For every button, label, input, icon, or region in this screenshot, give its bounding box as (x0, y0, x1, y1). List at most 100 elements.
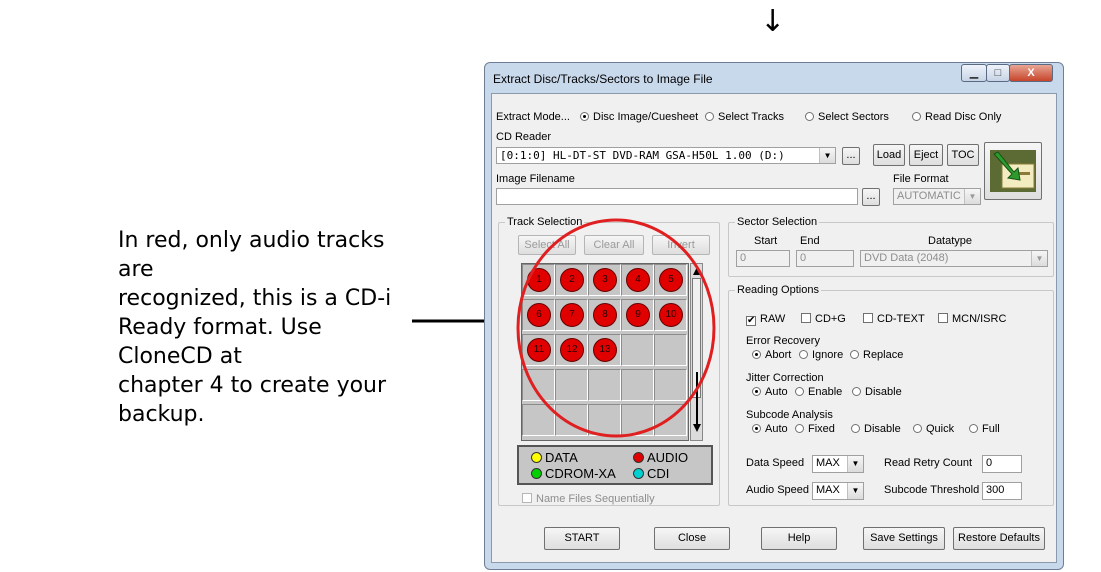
image-filename-label: Image Filename (496, 173, 575, 185)
cdrom-xa-legend-icon (531, 468, 542, 479)
legend-data: DATA (531, 450, 578, 465)
cd-reader-select[interactable]: [0:1:0] HL-DT-ST DVD-RAM GSA-H50L 1.00 (… (496, 147, 836, 164)
radio-select-tracks[interactable]: Select Tracks (705, 111, 784, 123)
radio-subcode-fixed[interactable]: Fixed (795, 423, 835, 435)
highlight-circle (516, 218, 716, 438)
checkbox-box (863, 313, 873, 323)
subcode-threshold-input[interactable]: 300 (982, 482, 1022, 500)
sector-end-value: 0 (800, 252, 807, 264)
radio-indicator (805, 112, 814, 121)
legend-cdrom-xa: CDROM-XA (531, 466, 616, 481)
checkbox-label: RAW (760, 313, 786, 325)
data-legend-icon (531, 452, 542, 463)
extract-icon-button[interactable] (984, 142, 1042, 200)
end-label: End (800, 235, 820, 247)
chevron-down-icon[interactable]: ▼ (1031, 251, 1047, 266)
read-retry-count-input[interactable]: 0 (982, 455, 1022, 473)
audio-speed-value: MAX (816, 484, 840, 496)
audio-legend-icon (633, 452, 644, 463)
name-files-sequentially-checkbox[interactable]: Name Files Sequentially (522, 493, 655, 505)
data-speed-label: Data Speed (746, 457, 805, 469)
red-circle (516, 218, 716, 438)
radio-label: Select Sectors (818, 111, 889, 123)
radio-indicator (705, 112, 714, 121)
legend-audio-label: AUDIO (647, 450, 689, 465)
title-bar: Extract Disc/Tracks/Sectors to Image Fil… (485, 63, 1063, 93)
radio-error-replace[interactable]: Replace (850, 349, 903, 361)
radio-jitter-enable[interactable]: Enable (795, 386, 842, 398)
checkbox-label: CD-TEXT (877, 313, 925, 325)
radio-indicator (850, 350, 859, 359)
save-settings-button[interactable]: Save Settings (863, 527, 945, 550)
radio-disc-image[interactable]: Disc Image/Cuesheet (580, 111, 698, 123)
subcode-threshold-label: Subcode Threshold (884, 484, 980, 496)
subcode-threshold-value: 300 (986, 484, 1005, 496)
checkbox-label: Name Files Sequentially (536, 493, 655, 505)
file-format-select[interactable]: AUTOMATIC ▼ (893, 188, 981, 205)
close-button[interactable]: Close (654, 527, 730, 550)
disc-extract-icon (990, 150, 1036, 192)
restore-defaults-button[interactable]: Restore Defaults (953, 527, 1045, 550)
datatype-select[interactable]: DVD Data (2048) ▼ (860, 250, 1048, 267)
sector-selection-title: Sector Selection (735, 216, 820, 228)
radio-label: Enable (808, 386, 843, 398)
radio-subcode-disable[interactable]: Disable (851, 423, 901, 435)
file-format-value: AUTOMATIC (897, 190, 961, 202)
radio-error-ignore[interactable]: Ignore (799, 349, 843, 361)
chevron-down-icon[interactable]: ▼ (819, 148, 835, 163)
radio-jitter-auto[interactable]: Auto (752, 386, 788, 398)
radio-select-sectors[interactable]: Select Sectors (805, 111, 889, 123)
load-button[interactable]: Load (873, 144, 905, 166)
radio-subcode-quick[interactable]: Quick (913, 423, 954, 435)
checkbox-label: MCN/ISRC (952, 313, 1007, 325)
radio-indicator (852, 387, 861, 396)
radio-label: Disable (865, 386, 902, 398)
subcode-analysis-label: Subcode Analysis (746, 409, 833, 421)
legend-cdi: CDI (633, 466, 669, 481)
chevron-down-icon[interactable]: ▼ (847, 483, 863, 499)
close-window-button[interactable]: X (1009, 64, 1053, 82)
chevron-down-icon[interactable]: ▼ (847, 456, 863, 472)
track-legend: DATA AUDIO CDROM-XA CDI (517, 445, 713, 485)
maximize-button[interactable]: □ (986, 64, 1010, 82)
checkbox-label: CD+G (815, 313, 846, 325)
image-filename-browse-button[interactable]: ... (862, 188, 880, 206)
radio-indicator (752, 424, 761, 433)
radio-jitter-disable[interactable]: Disable (852, 386, 902, 398)
start-button[interactable]: START (544, 527, 620, 550)
cd-reader-value: [0:1:0] HL-DT-ST DVD-RAM GSA-H50L 1.00 (… (500, 149, 785, 162)
radio-indicator (580, 112, 589, 121)
cdtext-checkbox[interactable]: CD-TEXT (863, 313, 925, 325)
radio-indicator (799, 350, 808, 359)
radio-label: Select Tracks (718, 111, 785, 123)
minimize-button[interactable]: ▁ (961, 64, 987, 82)
radio-error-abort[interactable]: Abort (752, 349, 791, 361)
radio-label: Replace (863, 349, 904, 361)
sector-end-input[interactable]: 0 (796, 250, 854, 267)
mcn-isrc-checkbox[interactable]: MCN/ISRC (938, 313, 1006, 325)
radio-indicator (912, 112, 921, 121)
read-retry-count-value: 0 (986, 457, 993, 469)
checkbox-box (938, 313, 948, 323)
file-format-label: File Format (893, 173, 949, 185)
radio-indicator (851, 424, 860, 433)
extract-mode-label: Extract Mode... (496, 111, 570, 123)
cd-reader-label: CD Reader (496, 131, 552, 143)
data-speed-select[interactable]: MAX ▼ (812, 455, 864, 473)
cd-reader-browse-button[interactable]: ... (842, 147, 860, 165)
start-label: Start (754, 235, 778, 247)
radio-subcode-auto[interactable]: Auto (752, 423, 788, 435)
radio-read-disc-only[interactable]: Read Disc Only (912, 111, 1001, 123)
toc-button[interactable]: TOC (947, 144, 979, 166)
audio-speed-select[interactable]: MAX ▼ (812, 482, 864, 500)
cdg-checkbox[interactable]: CD+G (801, 313, 846, 325)
radio-subcode-full[interactable]: Full (969, 423, 1000, 435)
read-retry-count-label: Read Retry Count (884, 457, 973, 469)
raw-checkbox[interactable]: ✔ RAW (746, 313, 785, 326)
chevron-down-icon[interactable]: ▼ (964, 189, 980, 204)
eject-button[interactable]: Eject (909, 144, 943, 166)
sector-start-input[interactable]: 0 (736, 250, 790, 267)
image-filename-input[interactable] (496, 188, 858, 205)
help-button[interactable]: Help (761, 527, 837, 550)
radio-label: Read Disc Only (925, 111, 1002, 123)
